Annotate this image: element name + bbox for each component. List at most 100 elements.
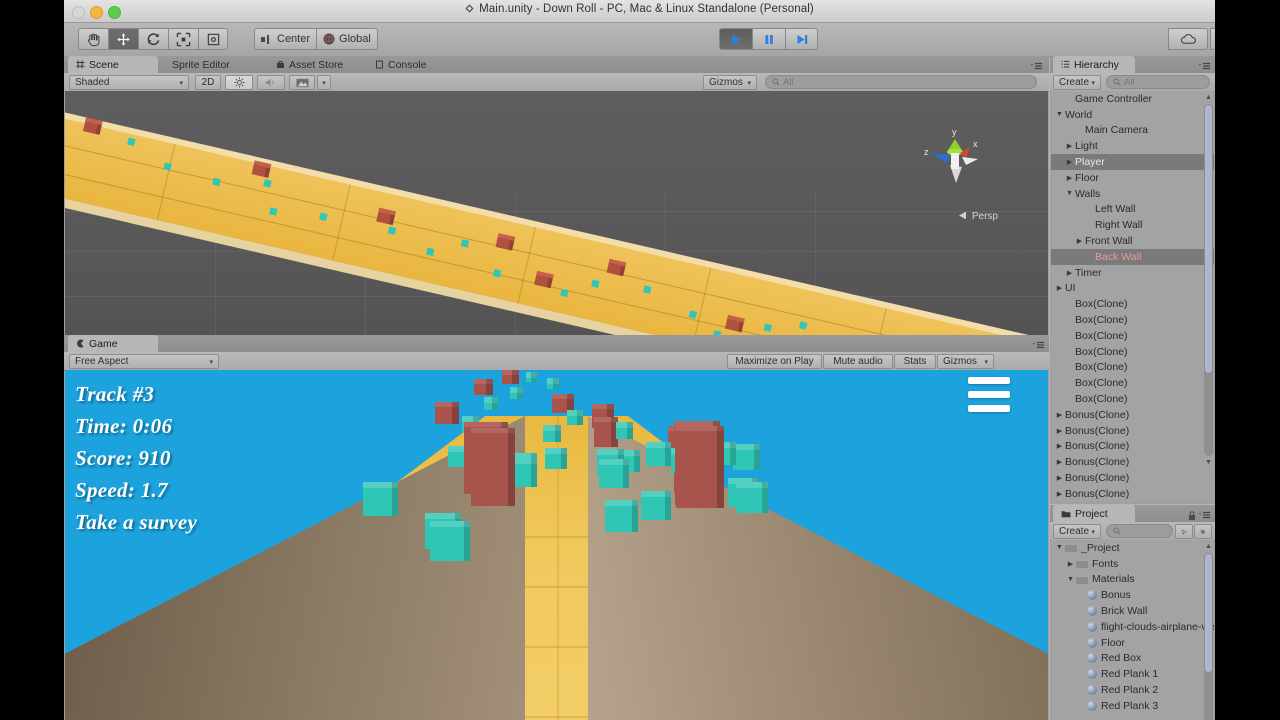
chevron-down-icon[interactable]: ▼ [1065,576,1076,583]
step-button[interactable] [785,28,818,50]
maximize-on-play-toggle[interactable]: Maximize on Play [727,354,822,369]
draw-mode-dropdown[interactable]: Shaded ▾ [69,75,189,90]
chevron-right-icon[interactable]: ▶ [1054,474,1065,482]
hierarchy-row[interactable]: ▶ Bonus(Clone) [1051,407,1214,423]
chevron-right-icon[interactable]: ▶ [1054,411,1065,419]
hierarchy-row[interactable]: Box(Clone) [1051,312,1214,328]
hierarchy-row[interactable]: Box(Clone) [1051,328,1214,344]
hierarchy-scrollbar[interactable] [1204,104,1213,456]
filter-by-type-button[interactable] [1175,524,1193,539]
hierarchy-panel-menu-button[interactable] [1198,59,1211,70]
game-gizmos-dropdown[interactable]: Gizmos ▾ [937,354,994,369]
project-panel-menu-button[interactable] [1198,508,1211,519]
tab-console[interactable]: Console [367,56,437,73]
hierarchy-row[interactable]: ▶ Bonus(Clone) [1051,486,1214,502]
chevron-right-icon[interactable]: ▶ [1064,142,1075,150]
project-row[interactable]: flight-clouds-airplane-view [1051,619,1214,635]
hierarchy-row[interactable]: ▶ Front Wall [1051,233,1214,249]
two-d-toggle[interactable]: 2D [195,75,221,90]
tab-hierarchy[interactable]: Hierarchy [1053,56,1135,73]
hierarchy-row[interactable]: ▶ Floor [1051,170,1214,186]
chevron-right-icon[interactable]: ▶ [1064,174,1075,182]
project-row[interactable]: ▶ Fonts [1051,556,1214,572]
project-row[interactable]: Red Plank 2 [1051,682,1214,698]
hud-survey-link[interactable]: Take a survey [75,506,197,538]
project-row[interactable]: Brick Wall [1051,603,1214,619]
project-row[interactable]: ▼ Materials [1051,572,1214,588]
hierarchy-row[interactable]: Box(Clone) [1051,296,1214,312]
pivot-mode-button[interactable]: Center [254,28,317,50]
project-row[interactable]: Floor [1051,635,1214,651]
hierarchy-row[interactable]: Back Wall [1051,248,1214,265]
hierarchy-row[interactable]: ▼ Walls [1051,186,1214,202]
hierarchy-row[interactable]: ▶ Bonus(Clone) [1051,439,1214,455]
tab-scene[interactable]: Scene [68,56,158,73]
hierarchy-search-input[interactable]: All [1106,75,1210,89]
filter-by-label-button[interactable] [1194,524,1212,539]
project-row[interactable]: ▼ _Project [1051,540,1214,556]
hierarchy-row[interactable]: Box(Clone) [1051,391,1214,407]
aspect-ratio-dropdown[interactable]: Free Aspect ▾ [69,354,219,369]
scene-lighting-toggle[interactable] [225,75,253,90]
cloud-button[interactable] [1168,28,1208,50]
project-row[interactable]: Bonus [1051,587,1214,603]
hierarchy-scroll-down[interactable]: ▼ [1204,458,1213,467]
hierarchy-create-button[interactable]: Create ▾ [1053,75,1101,90]
tab-project[interactable]: Project [1053,505,1135,522]
hierarchy-row[interactable]: Box(Clone) [1051,344,1214,360]
scene-panel-menu-button[interactable] [1030,59,1043,70]
game-viewport[interactable]: Track #3 Time: 0:06 Score: 910 Speed: 1.… [65,370,1048,720]
hierarchy-tree[interactable]: Game Controller ▼ World Main Camera ▶ Light ▶ P… [1051,91,1214,502]
hand-tool-button[interactable] [78,28,108,50]
hierarchy-row[interactable]: ▶ UI [1051,281,1214,297]
project-create-button[interactable]: Create ▾ [1053,524,1101,539]
hierarchy-row[interactable]: Right Wall [1051,217,1214,233]
hierarchy-row[interactable]: Left Wall [1051,202,1214,218]
chevron-right-icon[interactable]: ▶ [1064,269,1075,277]
project-tree[interactable]: ▼ _Project ▶ Fonts ▼ Materials Bonus Brick Wall… [1051,540,1214,720]
hierarchy-scroll-up[interactable]: ▲ [1204,93,1213,102]
chevron-right-icon[interactable]: ▶ [1065,560,1076,568]
tab-sprite-editor[interactable]: Sprite Editor [164,56,240,73]
scene-fx-dropdown[interactable]: ▾ [317,75,331,90]
hierarchy-row[interactable]: Box(Clone) [1051,360,1214,376]
chevron-right-icon[interactable]: ▶ [1054,284,1065,292]
chevron-right-icon[interactable]: ▶ [1064,158,1075,166]
hierarchy-row[interactable]: ▶ Light [1051,138,1214,154]
hierarchy-row[interactable]: ▼ World [1051,107,1214,123]
tab-game[interactable]: Game [68,335,158,352]
hierarchy-row[interactable]: Main Camera [1051,123,1214,139]
project-search-input[interactable] [1106,524,1173,538]
chevron-right-icon[interactable]: ▶ [1074,237,1085,245]
chevron-right-icon[interactable]: ▶ [1054,458,1065,466]
stats-toggle[interactable]: Stats [894,354,936,369]
hierarchy-row[interactable]: ▶ Bonus(Clone) [1051,423,1214,439]
hierarchy-row[interactable]: ▶ Bonus(Clone) [1051,470,1214,486]
game-panel-menu-button[interactable] [1032,338,1045,349]
pause-button[interactable] [752,28,785,50]
rect-transform-tool-button[interactable] [198,28,228,50]
project-row[interactable]: Red Plank 3 [1051,698,1214,714]
hierarchy-row[interactable]: Box(Clone) [1051,375,1214,391]
chevron-right-icon[interactable]: ▶ [1054,427,1065,435]
mute-audio-toggle[interactable]: Mute audio [823,354,893,369]
account-button[interactable] [1210,28,1215,50]
scene-projection-label[interactable]: Persp [958,211,998,222]
hierarchy-row[interactable]: ▶ Player [1051,154,1214,170]
move-tool-button[interactable] [108,28,138,50]
chevron-down-icon[interactable]: ▼ [1054,544,1065,551]
project-scrollbar[interactable] [1204,553,1213,720]
hierarchy-row[interactable]: ▶ Bonus(Clone) [1051,454,1214,470]
chevron-down-icon[interactable]: ▼ [1054,111,1065,118]
rotate-tool-button[interactable] [138,28,168,50]
hierarchy-row[interactable]: Game Controller [1051,91,1214,107]
scene-view-gizmo[interactable]: y x z [920,119,990,189]
chevron-right-icon[interactable]: ▶ [1054,490,1065,498]
scale-tool-button[interactable] [168,28,198,50]
play-button[interactable] [719,28,752,50]
project-scroll-up[interactable]: ▲ [1204,542,1213,551]
tab-asset-store[interactable]: Asset Store [268,56,353,73]
hamburger-menu-icon[interactable] [968,377,1010,419]
scene-search-input[interactable]: All [765,75,1037,89]
chevron-down-icon[interactable]: ▼ [1064,190,1075,197]
